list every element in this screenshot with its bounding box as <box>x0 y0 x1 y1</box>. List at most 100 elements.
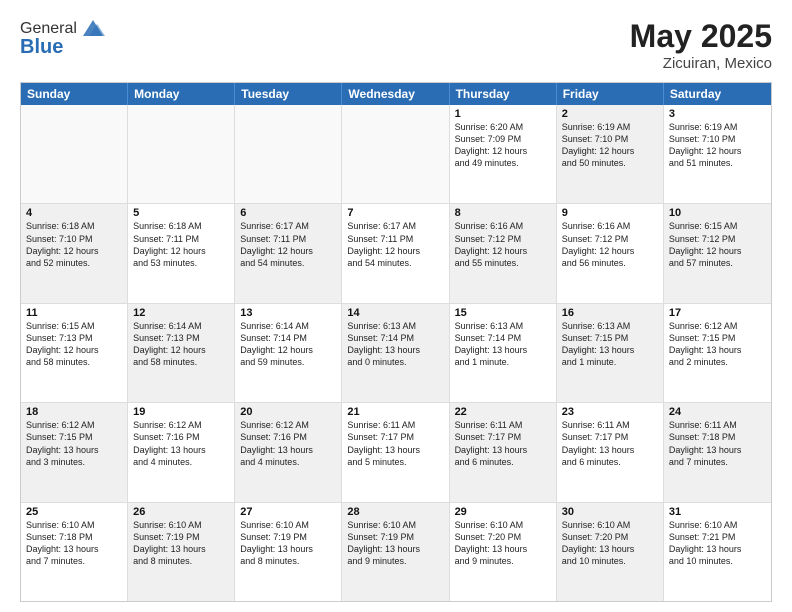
calendar-body: 1Sunrise: 6:20 AM Sunset: 7:09 PM Daylig… <box>21 105 771 601</box>
week-row-3: 11Sunrise: 6:15 AM Sunset: 7:13 PM Dayli… <box>21 303 771 402</box>
header-day-saturday: Saturday <box>664 83 771 105</box>
day-cell-28: 28Sunrise: 6:10 AM Sunset: 7:19 PM Dayli… <box>342 503 449 601</box>
calendar-header: SundayMondayTuesdayWednesdayThursdayFrid… <box>21 83 771 105</box>
day-number: 29 <box>455 506 551 518</box>
day-info: Sunrise: 6:13 AM Sunset: 7:14 PM Dayligh… <box>347 320 443 369</box>
day-number: 8 <box>455 207 551 219</box>
day-info: Sunrise: 6:13 AM Sunset: 7:15 PM Dayligh… <box>562 320 658 369</box>
week-row-2: 4Sunrise: 6:18 AM Sunset: 7:10 PM Daylig… <box>21 203 771 302</box>
day-number: 5 <box>133 207 229 219</box>
day-cell-13: 13Sunrise: 6:14 AM Sunset: 7:14 PM Dayli… <box>235 304 342 402</box>
day-number: 4 <box>26 207 122 219</box>
day-cell-22: 22Sunrise: 6:11 AM Sunset: 7:17 PM Dayli… <box>450 403 557 501</box>
header-day-wednesday: Wednesday <box>342 83 449 105</box>
header-day-thursday: Thursday <box>450 83 557 105</box>
header-day-friday: Friday <box>557 83 664 105</box>
day-number: 28 <box>347 506 443 518</box>
header-day-tuesday: Tuesday <box>235 83 342 105</box>
day-info: Sunrise: 6:10 AM Sunset: 7:19 PM Dayligh… <box>240 519 336 568</box>
day-cell-4: 4Sunrise: 6:18 AM Sunset: 7:10 PM Daylig… <box>21 204 128 302</box>
day-number: 2 <box>562 108 658 120</box>
day-info: Sunrise: 6:15 AM Sunset: 7:13 PM Dayligh… <box>26 320 122 369</box>
day-info: Sunrise: 6:10 AM Sunset: 7:20 PM Dayligh… <box>455 519 551 568</box>
day-cell-5: 5Sunrise: 6:18 AM Sunset: 7:11 PM Daylig… <box>128 204 235 302</box>
day-cell-16: 16Sunrise: 6:13 AM Sunset: 7:15 PM Dayli… <box>557 304 664 402</box>
day-number: 23 <box>562 406 658 418</box>
day-info: Sunrise: 6:17 AM Sunset: 7:11 PM Dayligh… <box>347 220 443 269</box>
day-number: 22 <box>455 406 551 418</box>
day-info: Sunrise: 6:13 AM Sunset: 7:14 PM Dayligh… <box>455 320 551 369</box>
day-cell-15: 15Sunrise: 6:13 AM Sunset: 7:14 PM Dayli… <box>450 304 557 402</box>
calendar: SundayMondayTuesdayWednesdayThursdayFrid… <box>20 82 772 602</box>
day-info: Sunrise: 6:11 AM Sunset: 7:17 PM Dayligh… <box>455 419 551 468</box>
day-number: 31 <box>669 506 766 518</box>
day-cell-11: 11Sunrise: 6:15 AM Sunset: 7:13 PM Dayli… <box>21 304 128 402</box>
day-number: 25 <box>26 506 122 518</box>
day-info: Sunrise: 6:14 AM Sunset: 7:13 PM Dayligh… <box>133 320 229 369</box>
day-cell-23: 23Sunrise: 6:11 AM Sunset: 7:17 PM Dayli… <box>557 403 664 501</box>
day-number: 30 <box>562 506 658 518</box>
day-info: Sunrise: 6:10 AM Sunset: 7:19 PM Dayligh… <box>133 519 229 568</box>
day-number: 21 <box>347 406 443 418</box>
day-cell-empty <box>128 105 235 203</box>
day-cell-14: 14Sunrise: 6:13 AM Sunset: 7:14 PM Dayli… <box>342 304 449 402</box>
day-cell-empty <box>235 105 342 203</box>
day-number: 18 <box>26 406 122 418</box>
day-cell-24: 24Sunrise: 6:11 AM Sunset: 7:18 PM Dayli… <box>664 403 771 501</box>
day-cell-9: 9Sunrise: 6:16 AM Sunset: 7:12 PM Daylig… <box>557 204 664 302</box>
day-number: 11 <box>26 307 122 319</box>
day-info: Sunrise: 6:12 AM Sunset: 7:16 PM Dayligh… <box>240 419 336 468</box>
day-cell-30: 30Sunrise: 6:10 AM Sunset: 7:20 PM Dayli… <box>557 503 664 601</box>
day-cell-2: 2Sunrise: 6:19 AM Sunset: 7:10 PM Daylig… <box>557 105 664 203</box>
day-cell-10: 10Sunrise: 6:15 AM Sunset: 7:12 PM Dayli… <box>664 204 771 302</box>
title-month: May 2025 <box>630 18 772 55</box>
day-number: 20 <box>240 406 336 418</box>
header: General Blue May 2025 Zicuiran, Mexico <box>20 18 772 72</box>
day-cell-empty <box>21 105 128 203</box>
day-number: 14 <box>347 307 443 319</box>
day-number: 1 <box>455 108 551 120</box>
day-info: Sunrise: 6:17 AM Sunset: 7:11 PM Dayligh… <box>240 220 336 269</box>
day-cell-18: 18Sunrise: 6:12 AM Sunset: 7:15 PM Dayli… <box>21 403 128 501</box>
day-info: Sunrise: 6:14 AM Sunset: 7:14 PM Dayligh… <box>240 320 336 369</box>
day-info: Sunrise: 6:10 AM Sunset: 7:19 PM Dayligh… <box>347 519 443 568</box>
week-row-1: 1Sunrise: 6:20 AM Sunset: 7:09 PM Daylig… <box>21 105 771 203</box>
day-info: Sunrise: 6:10 AM Sunset: 7:18 PM Dayligh… <box>26 519 122 568</box>
day-info: Sunrise: 6:18 AM Sunset: 7:11 PM Dayligh… <box>133 220 229 269</box>
day-cell-8: 8Sunrise: 6:16 AM Sunset: 7:12 PM Daylig… <box>450 204 557 302</box>
day-info: Sunrise: 6:15 AM Sunset: 7:12 PM Dayligh… <box>669 220 766 269</box>
day-cell-27: 27Sunrise: 6:10 AM Sunset: 7:19 PM Dayli… <box>235 503 342 601</box>
day-number: 19 <box>133 406 229 418</box>
day-cell-19: 19Sunrise: 6:12 AM Sunset: 7:16 PM Dayli… <box>128 403 235 501</box>
day-cell-7: 7Sunrise: 6:17 AM Sunset: 7:11 PM Daylig… <box>342 204 449 302</box>
day-number: 10 <box>669 207 766 219</box>
day-info: Sunrise: 6:18 AM Sunset: 7:10 PM Dayligh… <box>26 220 122 269</box>
day-info: Sunrise: 6:12 AM Sunset: 7:16 PM Dayligh… <box>133 419 229 468</box>
day-cell-20: 20Sunrise: 6:12 AM Sunset: 7:16 PM Dayli… <box>235 403 342 501</box>
week-row-5: 25Sunrise: 6:10 AM Sunset: 7:18 PM Dayli… <box>21 502 771 601</box>
logo-icon <box>79 18 107 40</box>
day-number: 12 <box>133 307 229 319</box>
day-cell-empty <box>342 105 449 203</box>
logo: General Blue <box>20 18 107 59</box>
day-cell-25: 25Sunrise: 6:10 AM Sunset: 7:18 PM Dayli… <box>21 503 128 601</box>
day-info: Sunrise: 6:12 AM Sunset: 7:15 PM Dayligh… <box>669 320 766 369</box>
day-cell-29: 29Sunrise: 6:10 AM Sunset: 7:20 PM Dayli… <box>450 503 557 601</box>
day-info: Sunrise: 6:10 AM Sunset: 7:21 PM Dayligh… <box>669 519 766 568</box>
header-day-sunday: Sunday <box>21 83 128 105</box>
day-cell-21: 21Sunrise: 6:11 AM Sunset: 7:17 PM Dayli… <box>342 403 449 501</box>
day-cell-6: 6Sunrise: 6:17 AM Sunset: 7:11 PM Daylig… <box>235 204 342 302</box>
day-number: 15 <box>455 307 551 319</box>
day-number: 24 <box>669 406 766 418</box>
day-info: Sunrise: 6:12 AM Sunset: 7:15 PM Dayligh… <box>26 419 122 468</box>
week-row-4: 18Sunrise: 6:12 AM Sunset: 7:15 PM Dayli… <box>21 402 771 501</box>
header-day-monday: Monday <box>128 83 235 105</box>
day-info: Sunrise: 6:11 AM Sunset: 7:18 PM Dayligh… <box>669 419 766 468</box>
day-info: Sunrise: 6:11 AM Sunset: 7:17 PM Dayligh… <box>347 419 443 468</box>
day-cell-31: 31Sunrise: 6:10 AM Sunset: 7:21 PM Dayli… <box>664 503 771 601</box>
day-number: 26 <box>133 506 229 518</box>
day-info: Sunrise: 6:19 AM Sunset: 7:10 PM Dayligh… <box>669 121 766 170</box>
day-info: Sunrise: 6:11 AM Sunset: 7:17 PM Dayligh… <box>562 419 658 468</box>
day-number: 13 <box>240 307 336 319</box>
day-info: Sunrise: 6:19 AM Sunset: 7:10 PM Dayligh… <box>562 121 658 170</box>
